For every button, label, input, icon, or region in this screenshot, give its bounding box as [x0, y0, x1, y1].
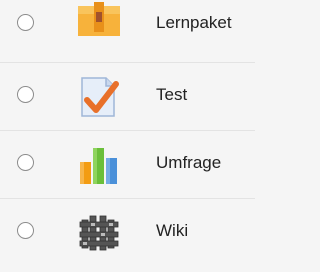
survey-icon	[78, 144, 120, 186]
package-icon	[78, 2, 120, 44]
activity-option-umfrage[interactable]: Umfrage	[0, 131, 255, 199]
activity-option-test[interactable]: Test	[0, 63, 255, 131]
quiz-icon	[78, 76, 120, 118]
activity-label: Lernpaket	[156, 13, 232, 32]
activity-label: Wiki	[156, 221, 189, 240]
radio-button[interactable]	[17, 222, 34, 239]
activity-chooser-list: Lernpaket Test Umfrage Wiki	[0, 0, 255, 272]
activity-option-wiki[interactable]: Wiki	[0, 199, 255, 266]
activity-label: Test	[156, 85, 188, 104]
activity-label: Umfrage	[156, 153, 222, 172]
activity-option-lernpaket[interactable]: Lernpaket	[0, 0, 255, 63]
radio-button[interactable]	[17, 86, 34, 103]
radio-button[interactable]	[17, 14, 34, 31]
radio-button[interactable]	[17, 154, 34, 171]
wiki-icon	[78, 212, 120, 254]
